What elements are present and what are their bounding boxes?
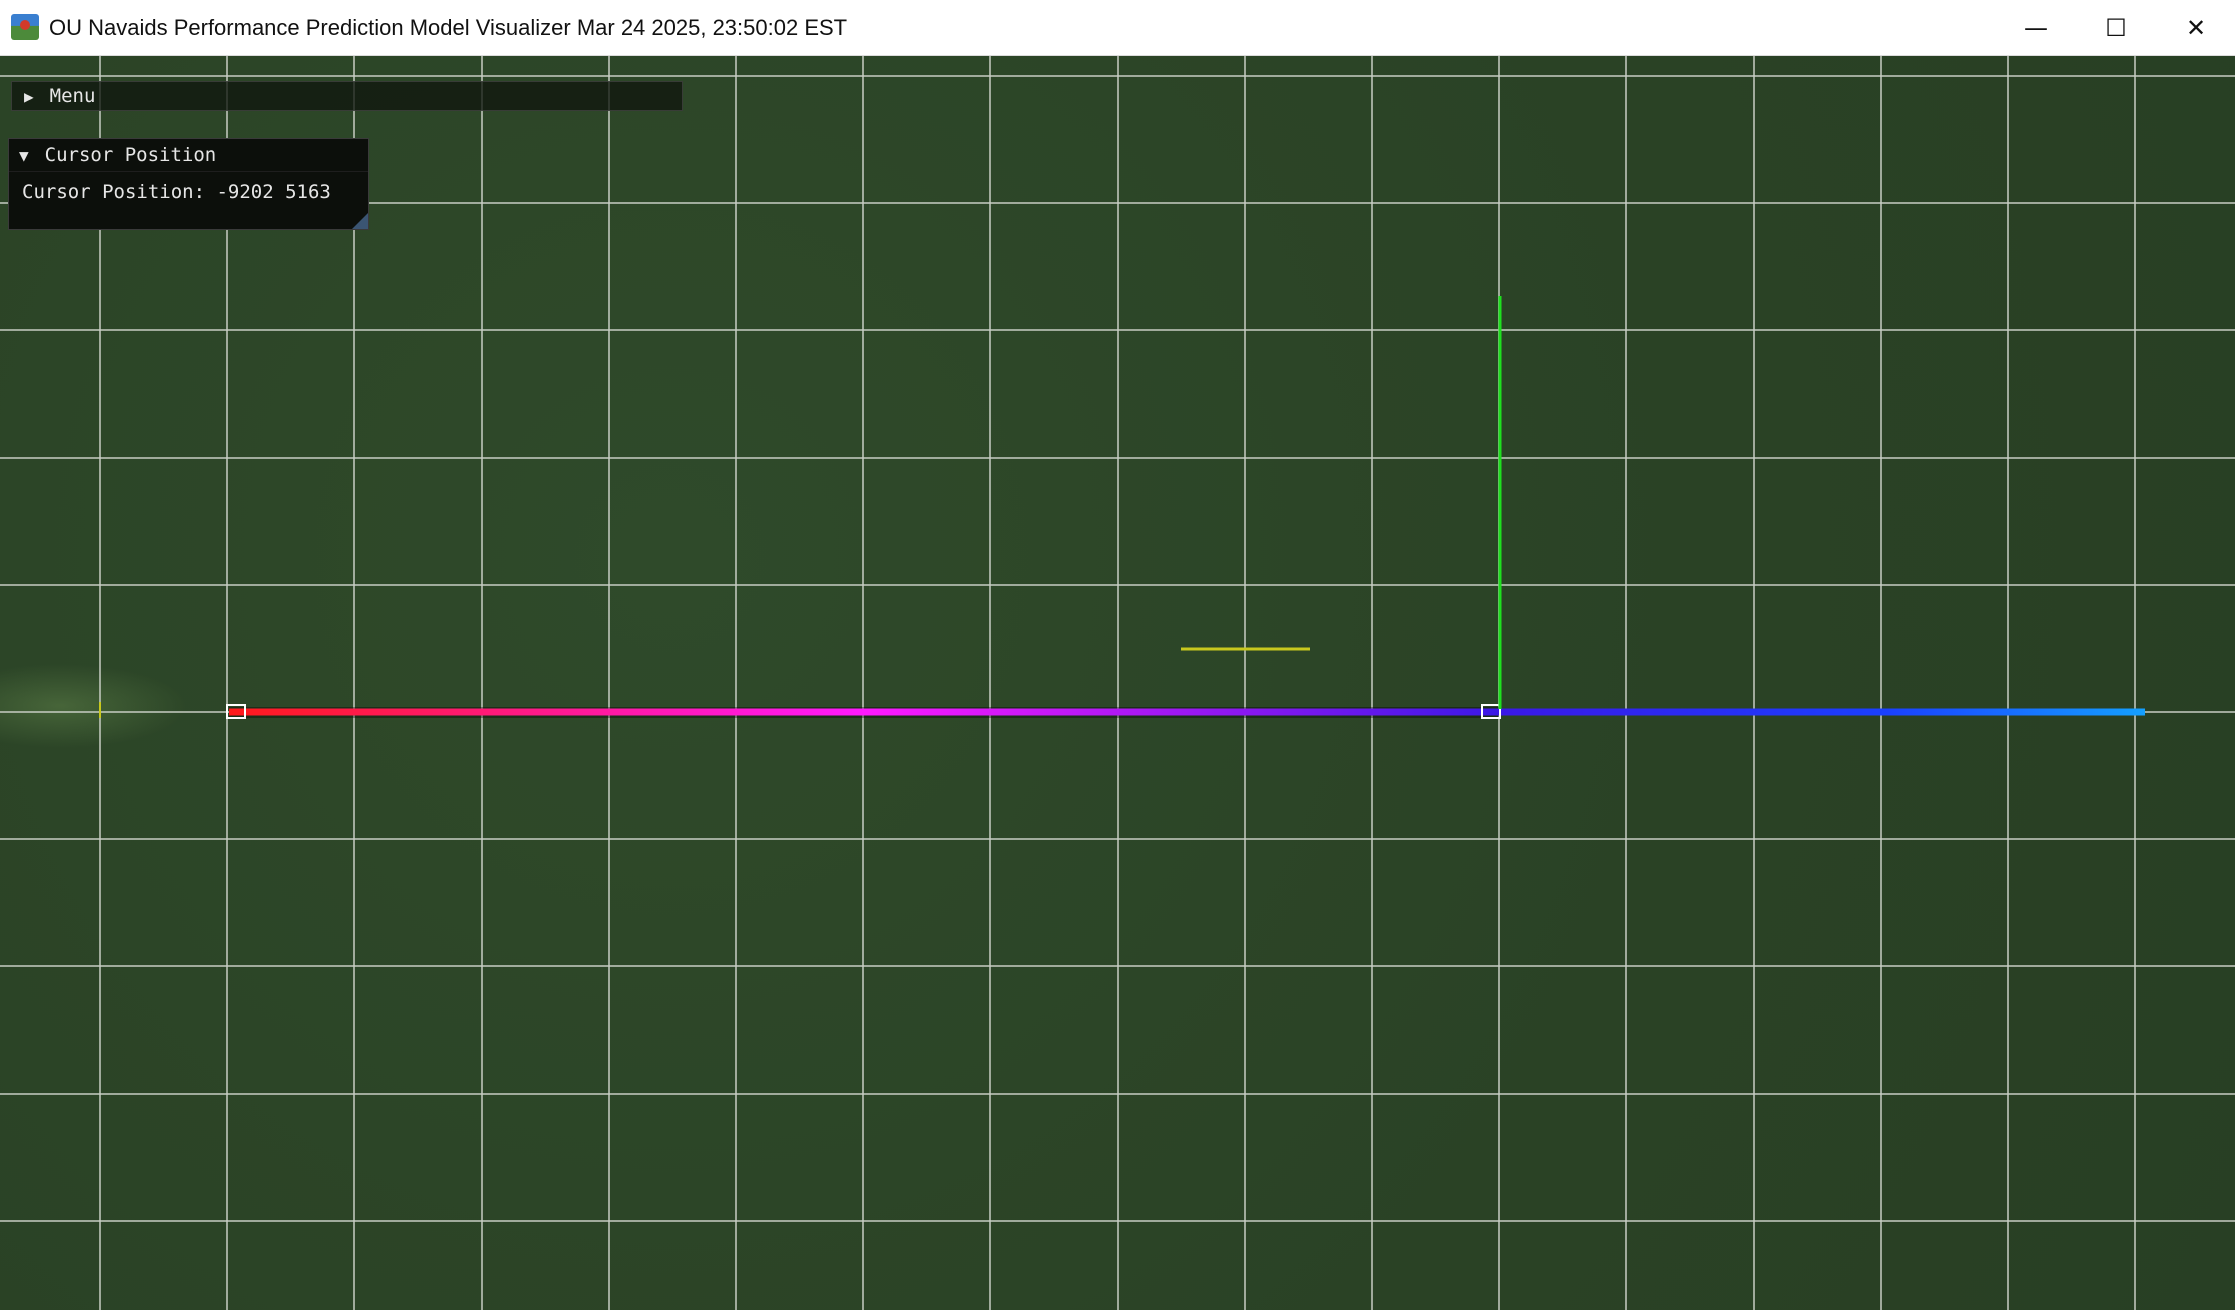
scene-canvas[interactable] — [0, 56, 2235, 1310]
expand-arrow-icon[interactable]: ▶ — [24, 87, 34, 106]
close-icon[interactable]: ✕ — [2156, 0, 2235, 56]
maximize-icon[interactable]: ☐ — [2076, 0, 2156, 56]
minimize-icon[interactable]: — — [1996, 0, 2076, 56]
title-bar[interactable]: OU Navaids Performance Prediction Model … — [0, 0, 2235, 56]
collapse-arrow-icon[interactable]: ▼ — [19, 146, 29, 165]
app-icon — [11, 14, 39, 40]
panel-header[interactable]: ▼ Cursor Position — [9, 139, 368, 172]
map-viewport[interactable]: ▶ Menu ▼ Cursor Position Cursor Position… — [0, 56, 2235, 1310]
panel-title: Cursor Position — [44, 144, 217, 166]
menu-bar[interactable]: ▶ Menu — [11, 81, 683, 111]
cursor-position-readout: Cursor Position: -9202 5163 — [22, 181, 331, 203]
window-title: OU Navaids Performance Prediction Model … — [49, 15, 848, 40]
cursor-position-panel: ▼ Cursor Position Cursor Position: -9202… — [8, 138, 369, 230]
grid-lines — [0, 56, 2235, 1310]
resize-grip-icon[interactable] — [352, 213, 368, 229]
menu-label[interactable]: Menu — [50, 85, 96, 107]
